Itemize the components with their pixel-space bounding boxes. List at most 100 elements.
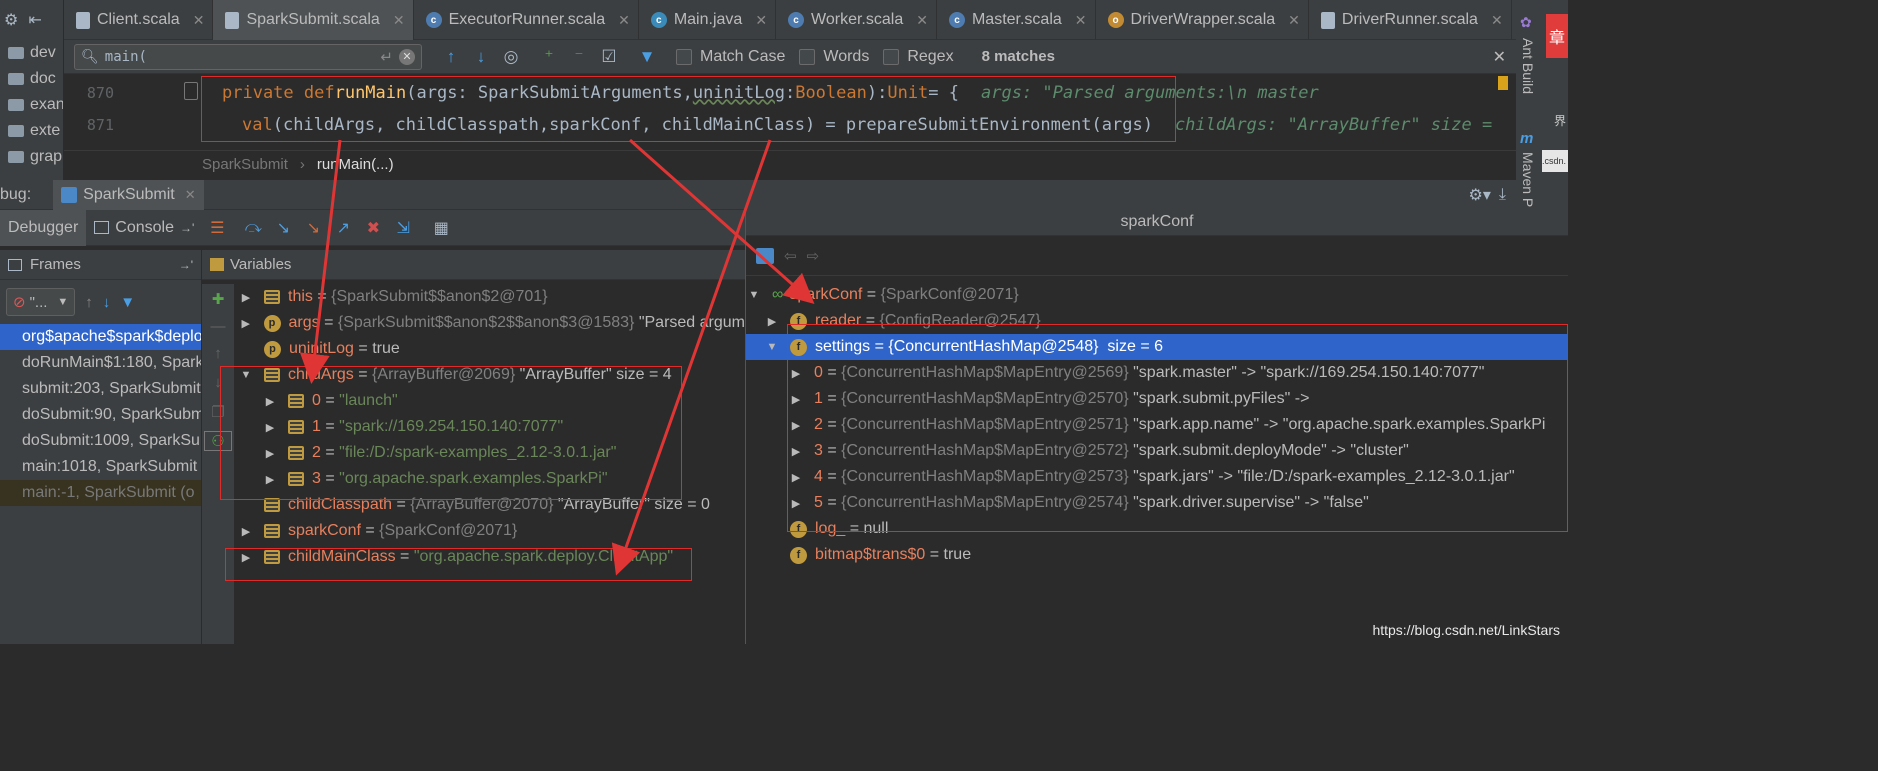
popup-row[interactable]: ▶ 4 = {ConcurrentHashMap$MapEntry@2573} … — [746, 464, 1568, 490]
expand-arrow-icon[interactable]: ▶ — [790, 419, 802, 432]
expand-arrow-icon[interactable]: ▶ — [790, 393, 802, 406]
expand-arrow-icon[interactable]: ▶ — [790, 445, 802, 458]
search-icon[interactable]: 🔍︎ — [81, 48, 99, 65]
popup-row[interactable]: ▶ f reader = {ConfigReader@2547} — [746, 308, 1568, 334]
show-types-icon[interactable]: ⚇ — [204, 431, 232, 451]
evaluate-expression-icon[interactable]: ▦ — [426, 218, 456, 238]
variable-row[interactable]: ▶ childMainClass = "org.apache.spark.dep… — [234, 544, 745, 570]
breadcrumb-item[interactable]: runMain(...) — [317, 156, 394, 173]
next-occurrence-icon[interactable]: ↓ — [466, 47, 496, 67]
close-icon[interactable]: ✕ — [1491, 12, 1503, 29]
close-icon[interactable]: ✕ — [185, 187, 196, 203]
variable-row[interactable]: ▶ 0 = "launch" — [234, 388, 745, 414]
copy-icon[interactable]: ❐ — [202, 403, 234, 421]
expand-arrow-icon[interactable]: ▶ — [790, 471, 802, 484]
words-checkbox[interactable]: Words — [799, 48, 869, 66]
tab-executorrunner-scala[interactable]: c ExecutorRunner.scala ✕ — [414, 0, 639, 40]
variable-row[interactable]: ▶ 2 = "file:/D:/spark-examples_2.12-3.0.… — [234, 440, 745, 466]
close-icon[interactable]: ✕ — [755, 12, 767, 29]
tab-debug-session[interactable]: SparkSubmit ✕ — [53, 179, 204, 210]
close-icon[interactable]: ✕ — [193, 12, 205, 29]
expand-arrow-icon[interactable]: ▶ — [240, 291, 252, 304]
show-execution-point-icon[interactable]: ☰ — [202, 218, 232, 238]
down-arrow-icon[interactable]: ↓ — [103, 294, 111, 311]
step-over-icon[interactable]: ⤼ — [238, 219, 268, 237]
previous-occurrence-icon[interactable]: ↑ — [436, 47, 466, 67]
tab-driverwrapper-scala[interactable]: o DriverWrapper.scala ✕ — [1096, 0, 1309, 40]
project-item[interactable]: dev — [0, 40, 63, 66]
close-icon[interactable]: ✕ — [393, 12, 405, 29]
frame-item[interactable]: submit:203, SparkSubmit — [0, 376, 201, 402]
variable-row[interactable]: childClasspath = {ArrayBuffer@2070} "Arr… — [234, 492, 745, 518]
variable-row[interactable]: ▶ sparkConf = {SparkConf@2071} — [234, 518, 745, 544]
variable-row[interactable]: ▶ 1 = "spark://169.254.150.140:7077" — [234, 414, 745, 440]
forward-arrow-icon[interactable]: ⇨ — [807, 247, 820, 265]
match-case-checkbox[interactable]: Match Case — [676, 48, 785, 66]
search-field[interactable]: 🔍︎ ↵ ✕ — [74, 43, 422, 70]
maven-tab[interactable]: Maven P — [1520, 152, 1536, 207]
expand-arrow-icon[interactable]: ▶ — [766, 315, 778, 328]
expand-arrow-icon[interactable]: ▶ — [790, 497, 802, 510]
popup-row[interactable]: ▶ 0 = {ConcurrentHashMap$MapEntry@2569} … — [746, 360, 1568, 386]
project-item[interactable]: exte — [0, 118, 63, 144]
expand-arrow-icon[interactable]: ▶ — [240, 525, 252, 538]
tab-sparksubmit-scala[interactable]: SparkSubmit.scala ✕ — [213, 0, 414, 40]
collapse-icon[interactable]: ⇤ — [28, 10, 41, 30]
tab-worker-scala[interactable]: c Worker.scala ✕ — [776, 0, 937, 40]
code-editor[interactable]: 870 private def runMain (args: SparkSubmi… — [64, 74, 1516, 150]
expand-arrow-icon[interactable]: ▶ — [264, 421, 276, 434]
frame-item[interactable]: doSubmit:1009, SparkSu — [0, 428, 201, 454]
find-all-icon[interactable]: ◎ — [496, 47, 526, 67]
force-step-into-icon[interactable]: ↘ — [298, 218, 328, 238]
collapse-arrow-icon[interactable]: ▼ — [766, 341, 778, 353]
up-arrow-icon[interactable]: ↑ — [85, 294, 93, 311]
run-to-cursor-icon[interactable]: ⇲ — [388, 218, 418, 238]
drop-frame-icon[interactable]: ✖ — [358, 218, 388, 238]
popup-row[interactable]: ▶ 3 = {ConcurrentHashMap$MapEntry@2572} … — [746, 438, 1568, 464]
ant-build-tab[interactable]: Ant Build — [1520, 38, 1536, 94]
expand-arrow-icon[interactable]: ▶ — [790, 367, 802, 380]
variable-row[interactable]: p uninitLog = true — [234, 336, 745, 362]
popup-title[interactable]: sparkConf — [746, 208, 1568, 236]
popup-row[interactable]: f bitmap$trans$0 = true — [746, 542, 1568, 568]
step-out-icon[interactable]: ↗ — [328, 218, 358, 238]
expand-arrow-icon[interactable]: ▶ — [240, 551, 252, 564]
hide-icon[interactable]: ⤓ — [1499, 186, 1506, 204]
search-input[interactable] — [104, 48, 375, 65]
frame-item[interactable]: main:-1, SparkSubmit (o — [0, 480, 201, 506]
popup-row[interactable]: ▶ 2 = {ConcurrentHashMap$MapEntry@2571} … — [746, 412, 1568, 438]
close-icon[interactable]: ✕ — [618, 12, 630, 29]
back-arrow-icon[interactable]: ⇦ — [784, 247, 797, 265]
expand-arrow-icon[interactable]: ▶ — [264, 473, 276, 486]
frame-item[interactable]: doRunMain$1:180, Spark — [0, 350, 201, 376]
frame-item[interactable]: doSubmit:90, SparkSubm — [0, 402, 201, 428]
clear-icon[interactable]: ✕ — [399, 48, 415, 65]
close-icon[interactable]: ✕ — [1075, 12, 1087, 29]
enter-icon[interactable]: ↵ — [380, 48, 393, 66]
regex-checkbox[interactable]: Regex — [883, 48, 954, 66]
collapse-arrow-icon[interactable]: ▼ — [240, 369, 252, 381]
remove-selection-icon[interactable]: ⁻ — [564, 47, 594, 67]
tab-master-scala[interactable]: c Master.scala ✕ — [937, 0, 1096, 40]
popup-row[interactable]: f log_ = null — [746, 516, 1568, 542]
expand-arrow-icon[interactable]: ▶ — [264, 447, 276, 460]
close-icon[interactable]: ✕ — [1288, 12, 1300, 29]
step-into-icon[interactable]: ↘ — [268, 218, 298, 238]
variable-row[interactable]: ▶ p args = {SparkSubmit$$anon$2$$anon$3@… — [234, 310, 745, 336]
thread-selector[interactable]: ⊘ "... ▼ — [6, 288, 76, 316]
collapse-arrow-icon[interactable]: ▼ — [748, 289, 760, 301]
expand-arrow-icon[interactable]: ▶ — [264, 395, 276, 408]
restore-icon[interactable]: →' — [179, 258, 193, 272]
navigate-icon[interactable] — [756, 247, 774, 264]
tab-driverrunner-scala[interactable]: DriverRunner.scala ✕ — [1309, 0, 1512, 40]
project-item[interactable]: exan — [0, 92, 63, 118]
tab-console[interactable]: Console →' — [86, 210, 202, 246]
filter-icon[interactable]: ▼ — [632, 47, 662, 67]
popup-row[interactable]: ▶ 1 = {ConcurrentHashMap$MapEntry@2570} … — [746, 386, 1568, 412]
filter-icon[interactable]: ▼ — [120, 294, 135, 311]
close-find-icon[interactable]: ✕ — [1493, 47, 1506, 67]
project-item[interactable]: doc — [0, 66, 63, 92]
variable-row[interactable]: ▶ this = {SparkSubmit$$anon$2@701} — [234, 284, 745, 310]
popup-row[interactable]: ▼ ∞ sparkConf = {SparkConf@2071} — [746, 282, 1568, 308]
add-watch-icon[interactable]: ✚ — [202, 290, 234, 308]
